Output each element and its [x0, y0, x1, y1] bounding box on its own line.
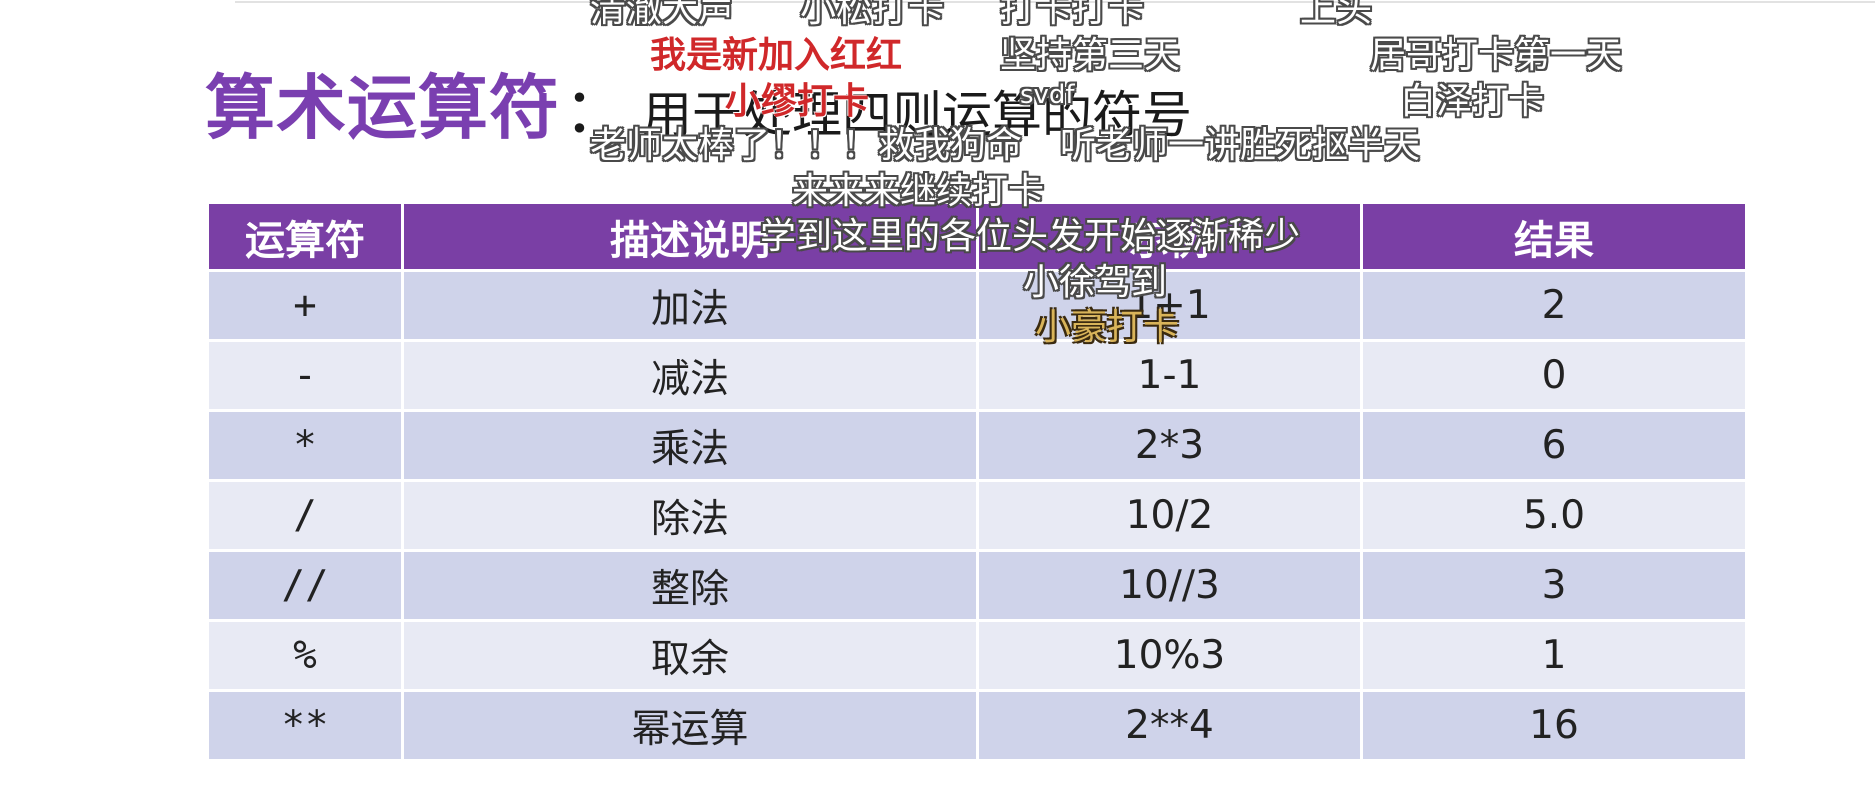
table-row: - 减法 1-1 0	[206, 339, 1748, 412]
cell-operator: -	[206, 339, 404, 412]
cell-operator: *	[206, 409, 404, 482]
cell-example: 10/2	[976, 479, 1363, 552]
cell-operator: +	[206, 269, 404, 342]
table-row: / 除法 10/2 5.0	[206, 479, 1748, 552]
cell-result: 3	[1360, 549, 1748, 622]
title-subtitle: 用于处理四则运算的符号	[642, 86, 1193, 144]
danmaku-comment: 小松打卡	[800, 0, 945, 30]
cell-example: 10//3	[976, 549, 1363, 622]
danmaku-comment: 清澈大声	[590, 0, 735, 30]
cell-description: 加法	[401, 269, 979, 342]
cell-operator: /	[206, 479, 404, 552]
danmaku-comment: 上头	[1300, 0, 1373, 30]
cell-example: 10%3	[976, 619, 1363, 692]
table-row: * 乘法 2*3 6	[206, 409, 1748, 482]
cell-operator: %	[206, 619, 404, 692]
cell-description: 取余	[401, 619, 979, 692]
cell-description: 除法	[401, 479, 979, 552]
operators-table: 运算符 描述说明 示例 结果 + 加法 1+1 2 - 减法 1-1 0 * 乘…	[206, 201, 1748, 762]
table-row: // 整除 10//3 3	[206, 549, 1748, 622]
cell-result: 5.0	[1360, 479, 1748, 552]
cell-description: 乘法	[401, 409, 979, 482]
cell-example: 1-1	[976, 339, 1363, 412]
slide-title: 算术运算符 ： 用于处理四则运算的符号	[205, 52, 1192, 149]
table-row: % 取余 10%3 1	[206, 619, 1748, 692]
cell-result: 6	[1360, 409, 1748, 482]
cell-description: 整除	[401, 549, 979, 622]
table-row: + 加法 1+1 2	[206, 269, 1748, 342]
cell-example: 2*3	[976, 409, 1363, 482]
title-colon: ：	[564, 74, 627, 147]
danmaku-comment: 白泽打卡	[1400, 81, 1545, 122]
cell-operator: **	[206, 689, 404, 762]
title-main: 算术运算符	[205, 67, 560, 149]
cell-result: 1	[1360, 619, 1748, 692]
table-row: ** 幂运算 2**4 16	[206, 689, 1748, 762]
cell-result: 2	[1360, 269, 1748, 342]
header-operator: 运算符	[206, 201, 404, 272]
cell-example: 1+1	[976, 269, 1363, 342]
cell-example: 2**4	[976, 689, 1363, 762]
cell-description: 减法	[401, 339, 979, 412]
header-result: 结果	[1360, 201, 1748, 272]
header-description: 描述说明	[401, 201, 979, 272]
cell-operator: //	[206, 549, 404, 622]
cell-result: 16	[1360, 689, 1748, 762]
top-divider	[235, 1, 1875, 3]
cell-description: 幂运算	[401, 689, 979, 762]
danmaku-comment: 打卡打卡	[1000, 0, 1145, 30]
table-header-row: 运算符 描述说明 示例 结果	[206, 201, 1748, 272]
header-example: 示例	[976, 201, 1363, 272]
danmaku-comment: 居哥打卡第一天	[1370, 35, 1623, 76]
cell-result: 0	[1360, 339, 1748, 412]
